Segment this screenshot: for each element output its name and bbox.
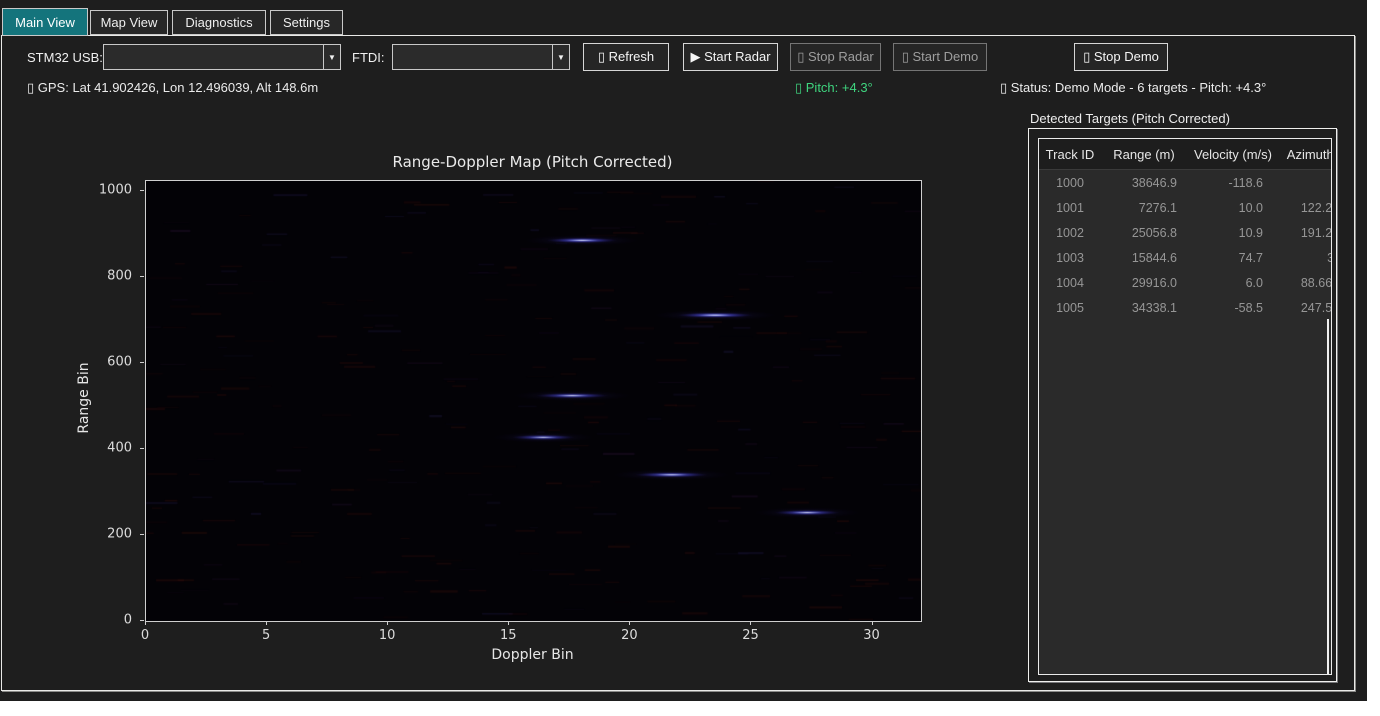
column-header[interactable]: Range (m) (1101, 147, 1187, 162)
refresh-button[interactable]: ▯ Refresh (583, 43, 669, 71)
tick-mark (872, 621, 873, 625)
plot-axes (145, 180, 922, 622)
tick-label: 30 (863, 628, 880, 643)
dropdown-arrow-icon[interactable]: ▼ (323, 45, 340, 69)
tab-main-view[interactable]: Main View (2, 8, 88, 36)
tick-label: 0 (82, 613, 132, 628)
tick-label: 0 (141, 628, 149, 643)
table-cell: 122.2510 (1279, 201, 1332, 215)
table-cell: 1005 (1039, 301, 1101, 315)
tick-mark (145, 621, 146, 625)
table-cell: 1002 (1039, 226, 1101, 240)
tab-map-view[interactable]: Map View (90, 10, 168, 35)
app-window: Main View Map View Diagnostics Settings … (0, 0, 1367, 701)
table-row[interactable]: 100534338.1-58.5247.5104 (1039, 295, 1331, 320)
tab-map-view-label: Map View (101, 15, 158, 30)
table-cell: 15844.6 (1101, 251, 1187, 265)
table-cell: 1004 (1039, 276, 1101, 290)
tab-main-view-label: Main View (15, 15, 75, 30)
table-cell: 7276.1 (1101, 201, 1187, 215)
targets-table[interactable]: Track IDRange (m)Velocity (m/s)Azimuth (… (1038, 138, 1332, 675)
tab-settings-label: Settings (283, 15, 330, 30)
stm32-usb-label: STM32 USB: (27, 50, 103, 65)
table-cell: 74.7 (1187, 251, 1279, 265)
stop-radar-button[interactable]: ▯ Stop Radar (790, 43, 881, 71)
tick-label: 20 (621, 628, 638, 643)
table-cell: 1003 (1039, 251, 1101, 265)
tick-mark (140, 448, 144, 449)
start-radar-button[interactable]: ▶ Start Radar (683, 43, 778, 71)
tick-label: 15 (500, 628, 517, 643)
tick-label: 800 (82, 268, 132, 283)
targets-panel-title: Detected Targets (Pitch Corrected) (1030, 111, 1230, 126)
start-demo-button[interactable]: ▯ Start Demo (893, 43, 987, 71)
range-doppler-heatmap[interactable] (146, 181, 921, 621)
tick-label: 400 (82, 440, 132, 455)
tick-mark (140, 534, 144, 535)
stop-demo-button[interactable]: ▯ Stop Demo (1074, 43, 1168, 71)
table-cell: 29916.0 (1101, 276, 1187, 290)
gps-status-text: ▯ GPS: Lat 41.902426, Lon 12.496039, Alt… (27, 80, 318, 96)
table-cell: 1001 (1039, 201, 1101, 215)
table-row[interactable]: 100038646.9-118.645° (1039, 170, 1331, 195)
tick-label: 10 (379, 628, 396, 643)
table-cell: 1000 (1039, 176, 1101, 190)
column-header[interactable]: Azimuth (°) (1279, 147, 1332, 162)
tick-label: 200 (82, 526, 132, 541)
table-cell: 247.5104 (1279, 301, 1332, 315)
tick-mark (140, 362, 144, 363)
tick-mark (140, 620, 144, 621)
table-cell: 6.0 (1187, 276, 1279, 290)
stm32-usb-combobox[interactable]: ▼ (103, 44, 341, 70)
table-cell: 300° (1279, 251, 1332, 265)
column-header[interactable]: Velocity (m/s) (1187, 147, 1279, 162)
table-cell: 25056.8 (1101, 226, 1187, 240)
table-row[interactable]: 100225056.810.9191.2552 (1039, 220, 1331, 245)
dropdown-arrow-icon[interactable]: ▼ (552, 45, 569, 69)
tab-settings[interactable]: Settings (270, 10, 343, 35)
table-cell: 88.66998 (1279, 276, 1332, 290)
tick-label: 5 (262, 628, 270, 643)
targets-table-body: 100038646.9-118.645°10017276.110.0122.25… (1039, 170, 1331, 320)
table-cell: 34338.1 (1101, 301, 1187, 315)
tick-mark (140, 190, 144, 191)
table-cell: 45° (1279, 176, 1332, 190)
tick-mark (266, 621, 267, 625)
demo-status-text: ▯ Status: Demo Mode - 6 targets - Pitch:… (1000, 80, 1266, 96)
tick-mark (629, 621, 630, 625)
table-row[interactable]: 100315844.674.7300° (1039, 245, 1331, 270)
pitch-indicator-text: ▯ Pitch: +4.3° (795, 80, 873, 96)
table-cell: -58.5 (1187, 301, 1279, 315)
tick-mark (387, 621, 388, 625)
x-axis-label: Doppler Bin (145, 647, 920, 663)
tick-mark (508, 621, 509, 625)
y-axis-label: Range Bin (76, 362, 92, 433)
plot-title: Range-Doppler Map (Pitch Corrected) (145, 153, 920, 171)
table-row[interactable]: 10017276.110.0122.2510 (1039, 195, 1331, 220)
tick-label: 25 (742, 628, 759, 643)
table-scrollbar[interactable] (1327, 319, 1329, 675)
tab-diagnostics[interactable]: Diagnostics (172, 10, 266, 35)
table-cell: 191.2552 (1279, 226, 1332, 240)
table-cell: 10.0 (1187, 201, 1279, 215)
ftdi-combobox[interactable]: ▼ (392, 44, 570, 70)
column-header[interactable]: Track ID (1039, 147, 1101, 162)
table-cell: -118.6 (1187, 176, 1279, 190)
targets-table-header: Track IDRange (m)Velocity (m/s)Azimuth (… (1039, 139, 1331, 170)
table-cell: 38646.9 (1101, 176, 1187, 190)
tick-mark (140, 276, 144, 277)
tick-mark (750, 621, 751, 625)
tab-diagnostics-label: Diagnostics (185, 15, 252, 30)
ftdi-label: FTDI: (352, 50, 385, 65)
tick-label: 1000 (82, 182, 132, 197)
table-cell: 10.9 (1187, 226, 1279, 240)
table-row[interactable]: 100429916.06.088.66998 (1039, 270, 1331, 295)
